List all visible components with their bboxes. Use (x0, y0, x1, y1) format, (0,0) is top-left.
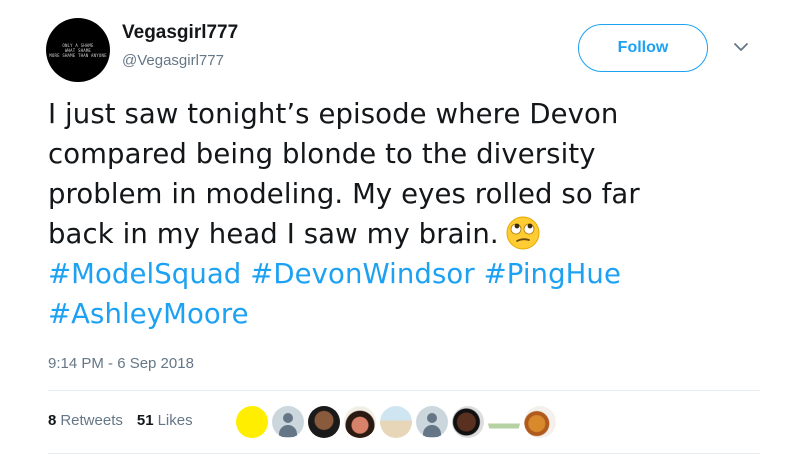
user-handle[interactable]: @Vegasgirl777 (122, 52, 224, 69)
hashtag-link[interactable]: #ModelSquad (48, 258, 241, 290)
likes-count: 51 (136, 412, 154, 429)
chevron-down-icon[interactable] (732, 38, 750, 56)
retweets-stat[interactable]: 8 Retweets (48, 412, 123, 429)
tweet-line-4-text: back in my head I saw my brain. (48, 218, 499, 250)
follow-button[interactable]: Follow (578, 24, 708, 72)
hashtag-link[interactable]: #AshleyMoore (48, 298, 249, 330)
liker-avatar[interactable] (488, 406, 520, 438)
tweet-text: I just saw tonight’s episode where Devon… (48, 94, 768, 334)
hashtags-line-2: #AshleyMoore (48, 294, 768, 334)
liker-avatar[interactable] (380, 406, 412, 438)
rolling-eyes-emoji-icon (506, 216, 540, 250)
retweets-label: Retweets (60, 412, 123, 429)
tweet-line-1: I just saw tonight’s episode where Devon (48, 98, 619, 130)
divider (48, 453, 760, 454)
retweets-count: 8 (48, 412, 57, 429)
avatar-text-line-3: MORE SHAME THAN ANYONE (49, 52, 107, 58)
hashtag-link[interactable]: #DevonWindsor (250, 258, 475, 290)
tweet-stats: 8 Retweets 51 Likes (48, 412, 207, 429)
likes-label: Likes (157, 412, 193, 429)
tweet-line-4: back in my head I saw my brain. (48, 214, 768, 254)
liker-avatar[interactable] (272, 406, 304, 438)
hashtags-line-1: #ModelSquad #DevonWindsor #PingHue (48, 254, 768, 294)
liker-avatar[interactable] (308, 406, 340, 438)
liker-avatar[interactable] (416, 406, 448, 438)
liker-avatars (236, 404, 560, 440)
display-name[interactable]: Vegasgirl777 (122, 22, 238, 44)
likes-stat[interactable]: 51 Likes (137, 412, 193, 429)
liker-avatar[interactable] (236, 406, 268, 438)
liker-avatar[interactable] (452, 406, 484, 438)
user-avatar[interactable]: ONLY A SHAME WHAT SHAME MORE SHAME THAN … (46, 18, 110, 82)
hashtag-link[interactable]: #PingHue (484, 258, 621, 290)
divider (48, 390, 760, 391)
tweet-line-3: problem in modeling. My eyes rolled so f… (48, 178, 640, 210)
tweet-line-2: compared being blonde to the diversity (48, 138, 596, 170)
tweet-timestamp[interactable]: 9:14 PM - 6 Sep 2018 (48, 355, 194, 372)
liker-avatar[interactable] (524, 406, 556, 438)
liker-avatar[interactable] (344, 406, 376, 438)
